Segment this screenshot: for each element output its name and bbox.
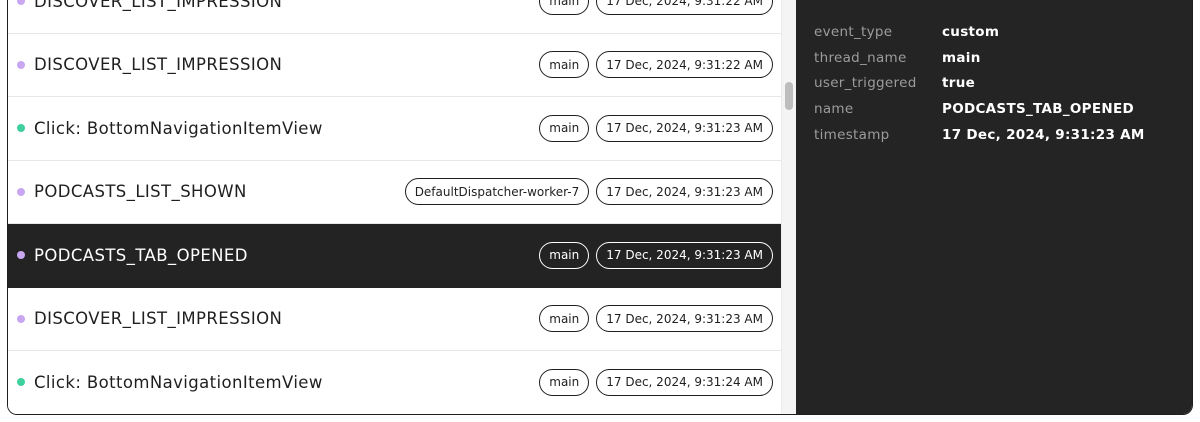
click-event-dot-icon bbox=[17, 124, 25, 133]
detail-value: true bbox=[942, 75, 976, 92]
event-name: DISCOVER_LIST_IMPRESSION bbox=[34, 309, 283, 329]
scrollbar-thumb[interactable] bbox=[785, 82, 793, 110]
thread-badge: main bbox=[539, 305, 590, 333]
event-list: DISCOVER_LIST_IMPRESSION main 17 Dec, 20… bbox=[8, 0, 781, 414]
list-scrollbar[interactable] bbox=[781, 0, 796, 414]
thread-badge: main bbox=[539, 51, 590, 79]
event-name: PODCASTS_LIST_SHOWN bbox=[34, 182, 247, 202]
custom-event-dot-icon bbox=[17, 60, 25, 69]
event-row-selected[interactable]: PODCASTS_TAB_OPENED main 17 Dec, 2024, 9… bbox=[8, 224, 781, 288]
event-row[interactable]: DISCOVER_LIST_IMPRESSION main 17 Dec, 20… bbox=[8, 33, 781, 97]
event-name: Click: BottomNavigationItemView bbox=[34, 372, 323, 392]
detail-row-name: name PODCASTS_TAB_OPENED bbox=[796, 96, 1192, 122]
detail-value: main bbox=[942, 49, 981, 66]
timestamp-badge: 17 Dec, 2024, 9:31:23 AM bbox=[596, 241, 773, 269]
thread-badge: main bbox=[539, 114, 590, 142]
thread-badge: main bbox=[539, 368, 590, 396]
event-row[interactable]: PODCASTS_LIST_SHOWN DefaultDispatcher-wo… bbox=[8, 160, 781, 224]
custom-event-dot-icon bbox=[17, 251, 25, 260]
detail-row-user-triggered: user_triggered true bbox=[796, 71, 1192, 97]
event-rows: DISCOVER_LIST_IMPRESSION main 17 Dec, 20… bbox=[8, 0, 781, 414]
event-name: DISCOVER_LIST_IMPRESSION bbox=[34, 0, 283, 11]
detail-row-timestamp: timestamp 17 Dec, 2024, 9:31:23 AM bbox=[796, 122, 1192, 148]
event-row[interactable]: Click: BottomNavigationItemView main 17 … bbox=[8, 97, 781, 161]
detail-value: 17 Dec, 2024, 9:31:23 AM bbox=[942, 127, 1145, 144]
detail-row-event-type: event_type custom bbox=[796, 19, 1192, 45]
detail-row-thread-name: thread_name main bbox=[796, 45, 1192, 71]
custom-event-dot-icon bbox=[17, 187, 25, 196]
thread-badge: DefaultDispatcher-worker-7 bbox=[404, 178, 590, 206]
event-name: Click: BottomNavigationItemView bbox=[34, 118, 323, 138]
event-row[interactable]: Click: BottomNavigationItemView main 17 … bbox=[8, 351, 781, 414]
detail-value: custom bbox=[942, 23, 1000, 40]
event-row[interactable]: DISCOVER_LIST_IMPRESSION main 17 Dec, 20… bbox=[8, 0, 781, 34]
click-event-dot-icon bbox=[17, 378, 25, 387]
detail-key: user_triggered bbox=[814, 75, 917, 92]
timestamp-badge: 17 Dec, 2024, 9:31:23 AM bbox=[596, 305, 773, 333]
thread-badge: main bbox=[539, 241, 590, 269]
event-name: DISCOVER_LIST_IMPRESSION bbox=[34, 55, 283, 75]
thread-badge: main bbox=[539, 0, 590, 15]
event-inspector: DISCOVER_LIST_IMPRESSION main 17 Dec, 20… bbox=[7, 0, 1193, 415]
timestamp-badge: 17 Dec, 2024, 9:31:24 AM bbox=[596, 368, 773, 396]
detail-key: thread_name bbox=[814, 49, 907, 66]
detail-key: name bbox=[814, 101, 854, 118]
detail-value: PODCASTS_TAB_OPENED bbox=[942, 101, 1135, 118]
custom-event-dot-icon bbox=[17, 314, 25, 323]
timestamp-badge: 17 Dec, 2024, 9:31:22 AM bbox=[596, 51, 773, 79]
timestamp-badge: 17 Dec, 2024, 9:31:23 AM bbox=[596, 178, 773, 206]
event-detail-panel: event_type custom thread_name main user_… bbox=[796, 0, 1192, 414]
event-row[interactable]: DISCOVER_LIST_IMPRESSION main 17 Dec, 20… bbox=[8, 287, 781, 351]
timestamp-badge: 17 Dec, 2024, 9:31:22 AM bbox=[596, 0, 773, 15]
event-name: PODCASTS_TAB_OPENED bbox=[34, 245, 248, 265]
detail-key: timestamp bbox=[814, 127, 890, 144]
custom-event-dot-icon bbox=[17, 0, 25, 6]
timestamp-badge: 17 Dec, 2024, 9:31:23 AM bbox=[596, 114, 773, 142]
detail-key: event_type bbox=[814, 23, 893, 40]
